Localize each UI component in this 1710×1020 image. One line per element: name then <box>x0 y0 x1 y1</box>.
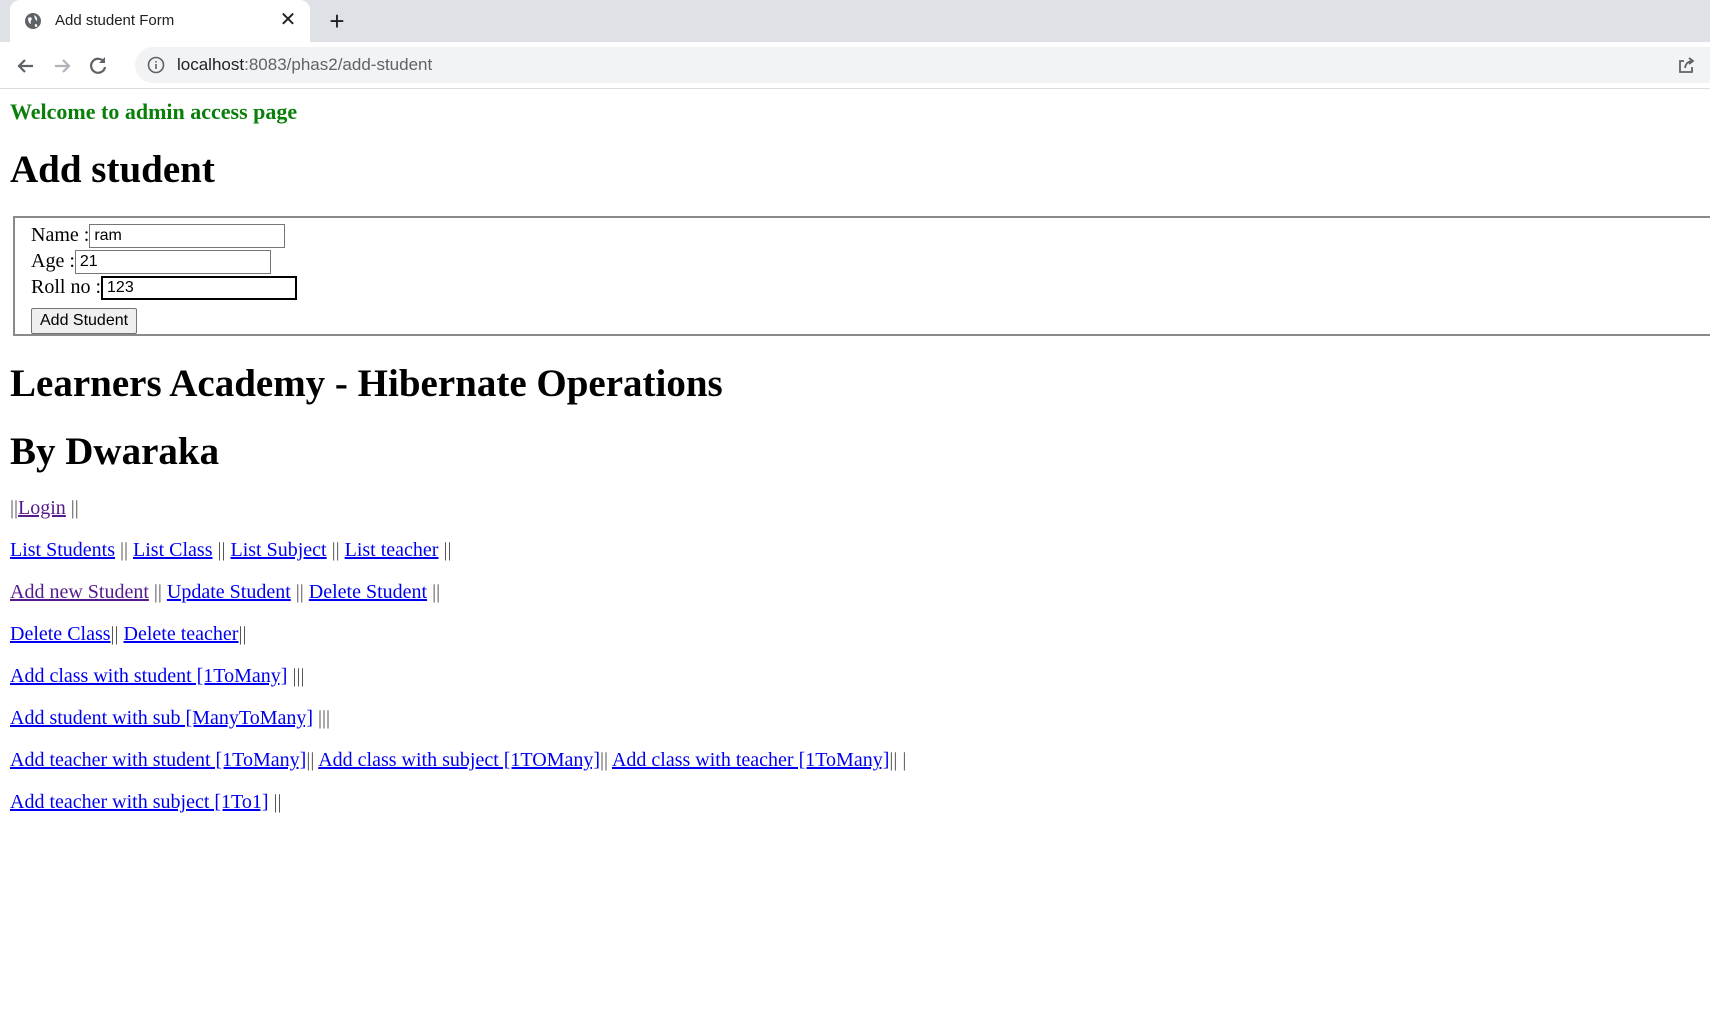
separator: || <box>432 581 441 603</box>
separator: || <box>238 623 247 645</box>
separator: || <box>110 623 119 645</box>
nav-row-student: Add new Student || Update Student || Del… <box>10 581 440 604</box>
roll-row: Roll no : <box>31 276 298 301</box>
update-student-link[interactable]: Update Student <box>167 581 291 603</box>
separator: || <box>217 539 226 561</box>
add-student-form: Name : Age : Roll no : Add Student <box>13 216 1710 336</box>
globe-icon <box>25 13 41 29</box>
browser-toolbar: localhost:8083/phas2/add-student <box>0 42 1710 89</box>
forward-icon[interactable] <box>48 52 76 80</box>
reload-icon[interactable] <box>84 52 112 80</box>
delete-student-link[interactable]: Delete Student <box>309 581 427 603</box>
roll-input[interactable] <box>101 276 298 301</box>
list-students-link[interactable]: List Students <box>10 539 115 561</box>
nav-row-delete: Delete Class|| Delete teacher|| <box>10 623 246 646</box>
separator: ||| <box>318 707 331 729</box>
nav-row-lists: List Students || List Class || List Subj… <box>10 539 451 562</box>
url-path: :8083/phas2/add-student <box>244 55 433 74</box>
separator: || <box>70 497 79 519</box>
separator: || <box>273 791 282 813</box>
separator: || <box>443 539 452 561</box>
roll-label: Roll no : <box>31 276 102 298</box>
separator: || <box>306 749 315 771</box>
name-label: Name : <box>31 224 90 246</box>
delete-teacher-link[interactable]: Delete teacher <box>124 623 239 645</box>
author-title: By Dwaraka <box>10 430 220 473</box>
tab-title: Add student Form <box>55 12 175 29</box>
name-row: Name : <box>31 224 286 249</box>
name-input[interactable] <box>89 224 286 249</box>
site-info-icon[interactable] <box>147 56 165 74</box>
add-student-button[interactable]: Add Student <box>31 308 138 334</box>
page-heading: Add student <box>10 148 215 191</box>
url-host: localhost <box>177 55 245 74</box>
separator: || <box>120 539 129 561</box>
add-student-with-sub-link[interactable]: Add student with sub [ManyToMany] <box>10 707 313 729</box>
separator: || <box>600 749 609 771</box>
add-new-student-link[interactable]: Add new Student <box>10 581 149 603</box>
nav-row-teacher-subject: Add teacher with subject [1To1] || <box>10 791 282 814</box>
address-bar[interactable]: localhost:8083/phas2/add-student <box>135 47 1710 83</box>
share-icon[interactable] <box>1676 55 1696 75</box>
back-icon[interactable] <box>12 52 40 80</box>
browser-tab-strip: Add student Form ✕ + <box>0 0 1710 42</box>
list-subject-link[interactable]: List Subject <box>231 539 327 561</box>
age-row: Age : <box>31 250 271 275</box>
welcome-message: Welcome to admin access page <box>10 99 298 124</box>
close-tab-icon[interactable]: ✕ <box>278 10 298 30</box>
new-tab-icon[interactable]: + <box>322 6 352 36</box>
separator: || <box>295 581 304 603</box>
nav-row-student-sub: Add student with sub [ManyToMany] ||| <box>10 707 330 730</box>
separator: || | <box>889 749 907 771</box>
separator: || <box>153 581 162 603</box>
age-input[interactable] <box>74 250 271 275</box>
separator: || <box>10 497 19 519</box>
site-title: Learners Academy - Hibernate Operations <box>10 362 723 405</box>
login-link[interactable]: Login <box>18 497 66 519</box>
add-class-with-subject-link[interactable]: Add class with subject [1TOMany] <box>318 749 600 771</box>
add-class-with-student-link[interactable]: Add class with student [1ToMany] <box>10 665 287 687</box>
list-teacher-link[interactable]: List teacher <box>345 539 439 561</box>
add-teacher-with-subject-link[interactable]: Add teacher with subject [1To1] <box>10 791 269 813</box>
separator: || <box>331 539 340 561</box>
nav-row-relations: Add teacher with student [1ToMany]|| Add… <box>10 749 906 772</box>
url-text[interactable]: localhost:8083/phas2/add-student <box>177 55 432 75</box>
separator: ||| <box>292 665 305 687</box>
list-class-link[interactable]: List Class <box>133 539 212 561</box>
browser-tab[interactable]: Add student Form ✕ <box>10 0 310 42</box>
nav-row-class-student: Add class with student [1ToMany] ||| <box>10 665 304 688</box>
add-class-with-teacher-link[interactable]: Add class with teacher [1ToMany] <box>612 749 889 771</box>
nav-row-login: ||Login || <box>10 497 79 520</box>
age-label: Age : <box>31 250 75 272</box>
delete-class-link[interactable]: Delete Class <box>10 623 111 645</box>
add-teacher-with-student-link[interactable]: Add teacher with student [1ToMany] <box>10 749 306 771</box>
